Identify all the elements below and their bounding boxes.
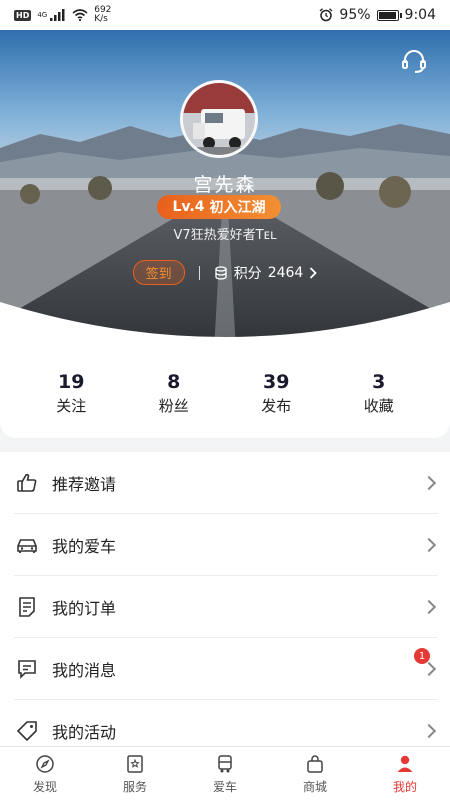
stats-card: 19 关注 8 粉丝 39 发布 3 收藏: [0, 348, 450, 438]
stat-favorites[interactable]: 3 收藏: [339, 371, 419, 416]
chevron-right-icon: [421, 661, 437, 677]
stat-count: 8: [167, 370, 181, 393]
order-icon: [14, 594, 40, 620]
nav-my-car[interactable]: 爱车: [190, 753, 260, 795]
battery-icon: [376, 9, 402, 21]
chevron-right-icon: [421, 723, 437, 739]
level-title: 初入江湖: [209, 200, 266, 216]
stat-label: 发布: [261, 396, 292, 415]
menu-item-label: 我的活动: [52, 723, 117, 742]
menu-item-label: 我的爱车: [52, 537, 117, 556]
message-icon: [14, 656, 40, 682]
car-icon: [14, 532, 40, 558]
stat-count: 19: [58, 370, 85, 393]
level-number: Lv.4: [172, 199, 205, 215]
status-bar: HD 4G 692 K/s 95% 9:04: [0, 0, 450, 30]
menu-item-messages[interactable]: 我的消息 1: [0, 638, 450, 700]
chevron-right-icon: [421, 537, 437, 553]
chevron-right-icon: [421, 599, 437, 615]
customer-service-icon[interactable]: [400, 48, 428, 76]
menu-item-orders[interactable]: 我的订单: [0, 576, 450, 638]
clock: 9:04: [404, 7, 436, 23]
nav-label: 发现: [32, 779, 57, 794]
service-icon: [124, 753, 146, 775]
menu-item-label: 推荐邀请: [52, 475, 117, 494]
menu-item-label: 我的消息: [52, 661, 117, 680]
stat-posts[interactable]: 39 发布: [236, 371, 316, 416]
network-speed: 692 K/s: [94, 6, 111, 24]
bottom-nav: 发现 服务 爱车 商城 我的: [0, 746, 450, 800]
nav-mall[interactable]: 商城: [280, 753, 350, 795]
user-tag: V7狂热爱好者Tᴇʟ: [173, 228, 277, 243]
hd-badge: HD: [14, 9, 32, 21]
stat-followers[interactable]: 8 粉丝: [134, 371, 214, 416]
status-right: 95% 9:04: [319, 7, 436, 23]
nav-label: 服务: [122, 779, 147, 794]
user-icon: [394, 753, 416, 775]
menu-list: 推荐邀请 我的爱车 我的订单 我的消息 1 我的活动: [0, 452, 450, 762]
thumbs-up-icon: [14, 470, 40, 496]
truck-icon: [214, 753, 236, 775]
stat-label: 收藏: [363, 396, 394, 415]
stat-label: 粉丝: [158, 396, 189, 415]
nav-discover[interactable]: 发现: [10, 753, 80, 795]
header-curve: [0, 302, 450, 350]
menu-item-label: 我的订单: [52, 599, 117, 618]
stat-count: 3: [372, 370, 386, 393]
wifi-icon: [72, 9, 88, 21]
compass-icon: [34, 753, 56, 775]
profile-header: 宫先森 Lv.4 初入江湖 V7狂热爱好者Tᴇʟ 签到 积分 2464: [0, 30, 450, 350]
battery-percent: 95%: [339, 7, 371, 23]
stat-following[interactable]: 19 关注: [31, 371, 111, 416]
speed-unit: K/s: [94, 14, 108, 24]
menu-item-my-car[interactable]: 我的爱车: [0, 514, 450, 576]
stat-count: 39: [263, 370, 290, 393]
tag-icon: [14, 718, 40, 744]
nav-mine[interactable]: 我的: [370, 753, 440, 795]
nav-label: 爱车: [212, 779, 237, 794]
signal-icon: [50, 9, 65, 21]
nav-label: 商城: [302, 779, 327, 794]
network-type: 4G: [37, 10, 48, 19]
shopping-bag-icon: [304, 753, 326, 775]
level-badge: Lv.4 初入江湖: [157, 195, 281, 219]
username: 宫先森: [193, 174, 257, 196]
status-left: HD 4G 692 K/s: [14, 6, 111, 24]
alarm-icon: [319, 8, 333, 22]
avatar[interactable]: [180, 80, 258, 158]
chevron-right-icon: [421, 475, 437, 491]
menu-item-invite[interactable]: 推荐邀请: [0, 452, 450, 514]
nav-label: 我的: [392, 779, 417, 794]
stat-label: 关注: [56, 396, 87, 415]
nav-service[interactable]: 服务: [100, 753, 170, 795]
